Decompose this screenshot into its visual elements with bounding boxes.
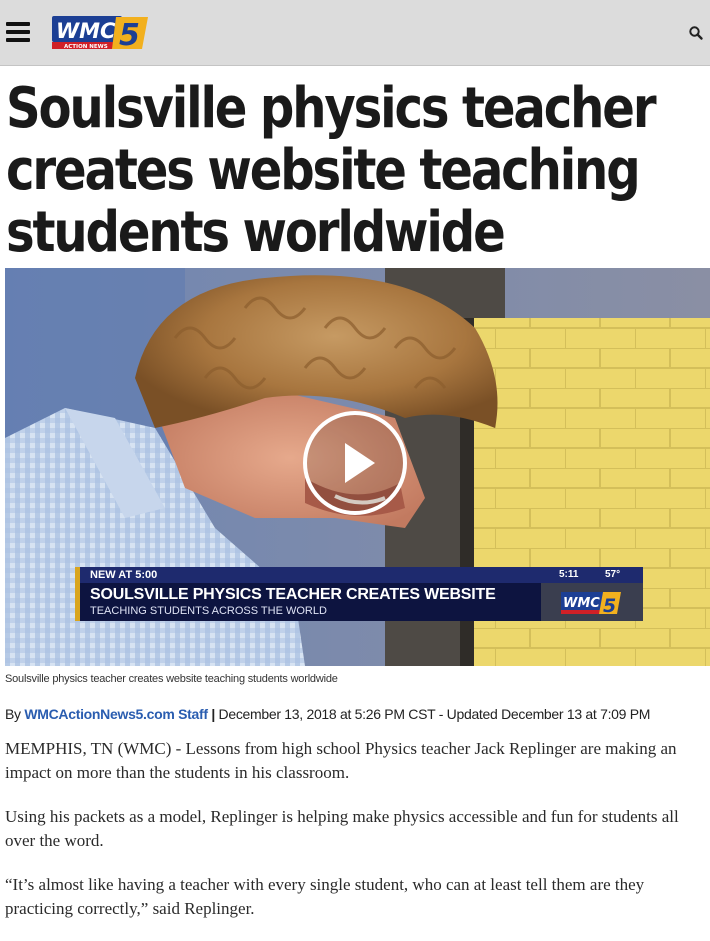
- site-header: WMC ACTION NEWS 5: [0, 0, 710, 66]
- author-link[interactable]: WMCActionNews5.com Staff: [24, 706, 208, 722]
- logo-text: WMC: [56, 19, 116, 43]
- lower-third-logo: WMC 5: [541, 583, 643, 621]
- byline: By WMCActionNews5.com Staff | December 1…: [5, 706, 650, 722]
- article-paragraph: Using his packets as a model, Replinger …: [5, 807, 679, 850]
- lower-third-temperature: 57°: [605, 569, 621, 580]
- byline-separator: |: [211, 706, 215, 722]
- news-lower-third: NEW AT 5:00 5:11 57° SOULSVILLE PHYSICS …: [75, 567, 643, 621]
- lower-third-title: SOULSVILLE PHYSICS TEACHER CREATES WEBSI…: [90, 586, 496, 603]
- article-paragraph: MEMPHIS, TN (WMC) - Lessons from high sc…: [5, 739, 677, 782]
- lower-third-subtitle: TEACHING STUDENTS ACROSS THE WORLD: [90, 605, 327, 617]
- lower-third-logo-number: 5: [603, 595, 616, 617]
- lower-third-label: NEW AT 5:00: [75, 567, 541, 583]
- lower-third-time: 5:11: [559, 569, 579, 580]
- video-caption: Soulsville physics teacher creates websi…: [5, 673, 338, 685]
- video-player[interactable]: NEW AT 5:00 5:11 57° SOULSVILLE PHYSICS …: [5, 268, 710, 666]
- article-paragraph: “It’s almost like having a teacher with …: [5, 875, 645, 918]
- wmc5-logo-graphic: WMC ACTION NEWS 5: [52, 16, 148, 53]
- logo-subtext: ACTION NEWS: [64, 44, 108, 50]
- article-body: MEMPHIS, TN (WMC) - Lessons from high sc…: [5, 737, 705, 941]
- byline-dates: December 13, 2018 at 5:26 PM CST - Updat…: [218, 706, 651, 722]
- lower-third-logo-text: WMC: [563, 596, 600, 611]
- lower-third-time-temp: 5:11 57°: [541, 567, 643, 583]
- article-headline: Soulsville physics teacher creates websi…: [6, 76, 657, 265]
- play-icon[interactable]: [303, 411, 407, 515]
- search-icon[interactable]: [688, 25, 704, 41]
- menu-icon[interactable]: [6, 22, 30, 44]
- site-logo[interactable]: WMC ACTION NEWS 5: [52, 15, 152, 53]
- lower-third-main: SOULSVILLE PHYSICS TEACHER CREATES WEBSI…: [75, 583, 541, 621]
- byline-prefix: By: [5, 706, 21, 722]
- logo-number: 5: [119, 18, 140, 51]
